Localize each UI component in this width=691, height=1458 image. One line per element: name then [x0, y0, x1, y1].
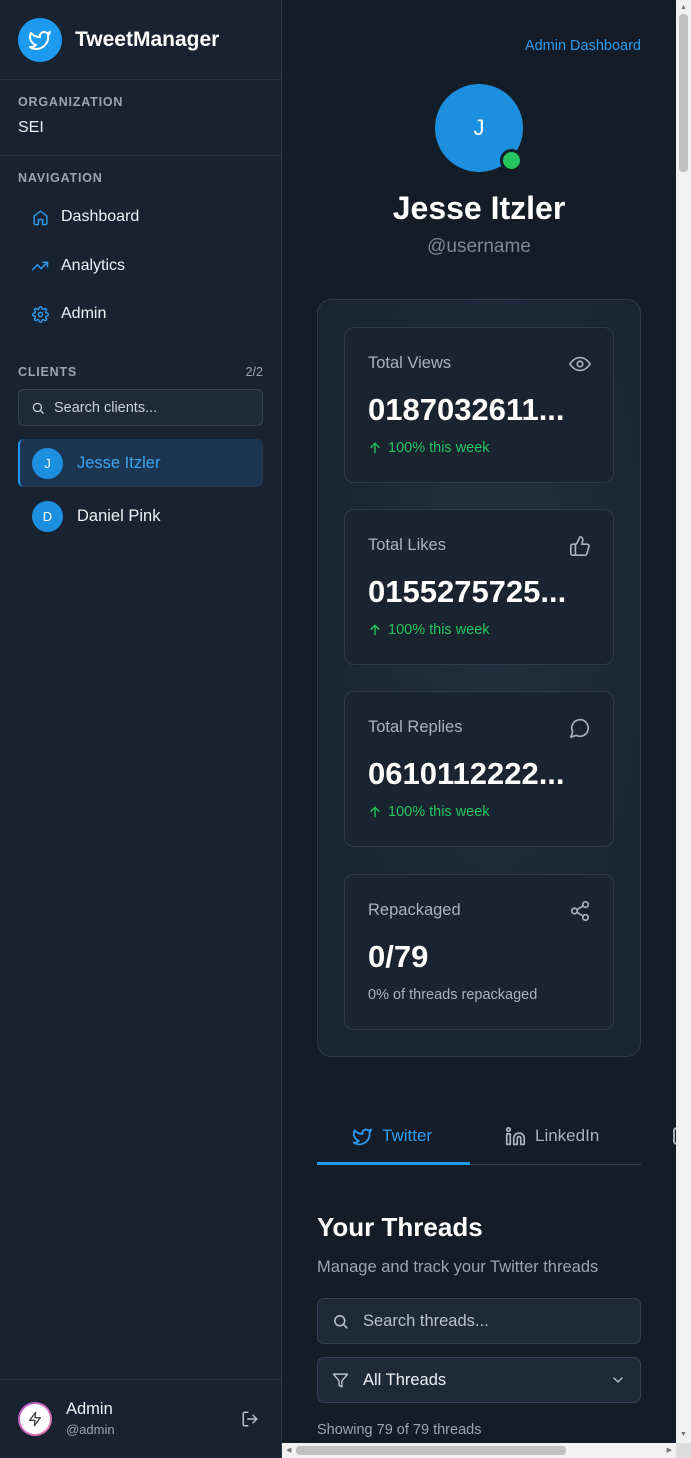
arrow-up-icon [368, 623, 382, 637]
chevron-down-icon [610, 1372, 626, 1388]
divider [0, 79, 281, 80]
stat-note: 0% of threads repackaged [368, 987, 538, 1003]
scroll-down-arrow-icon[interactable]: ▼ [680, 1431, 687, 1438]
twitter-bird-icon [18, 18, 62, 62]
trending-icon [31, 257, 49, 275]
tab-label: LinkedIn [535, 1126, 600, 1145]
filter-icon [332, 1372, 349, 1389]
stat-card-replies: Total Replies 0610112222... 100% this we… [344, 691, 614, 847]
organization-label: ORGANIZATION [18, 95, 124, 109]
stat-trend-text: 100% this week [388, 440, 490, 456]
navigation-label: NAVIGATION [18, 171, 103, 185]
clients-label: CLIENTS [18, 365, 78, 379]
stat-value: 0/79 [368, 939, 429, 974]
gear-icon [31, 305, 49, 323]
thread-filter-select[interactable]: All Threads [317, 1357, 641, 1403]
threads-subtitle: Manage and track your Twitter threads [317, 1258, 599, 1276]
stat-title: Repackaged [368, 901, 461, 919]
sidebar: TweetManager ORGANIZATION SEI NAVIGATION… [0, 0, 282, 1458]
linkedin-icon [505, 1126, 526, 1147]
message-circle-icon [569, 717, 591, 739]
tab-active-indicator [317, 1162, 470, 1165]
admin-name: Admin [66, 1400, 113, 1418]
stat-trend: 100% this week [368, 622, 490, 638]
thread-filter-value: All Threads [363, 1370, 447, 1389]
twitter-bird-icon [352, 1126, 373, 1147]
clients-count: 2/2 [245, 365, 263, 379]
avatar [18, 1401, 52, 1436]
thread-search-input[interactable]: Search threads... [317, 1298, 641, 1344]
stat-value: 0187032611... [368, 392, 565, 427]
client-search-placeholder: Search clients... [54, 399, 158, 416]
tab-twitter[interactable]: Twitter [352, 1107, 432, 1165]
divider [0, 1379, 281, 1380]
stat-title: Total Replies [368, 718, 463, 736]
stat-card-repackaged: Repackaged 0/79 0% of threads repackaged [344, 874, 614, 1030]
bolt-icon [27, 1411, 43, 1427]
platform-tabs: Twitter LinkedIn [317, 1107, 676, 1165]
admin-profile[interactable]: Admin @admin [18, 1400, 115, 1437]
stat-title: Total Likes [368, 536, 446, 554]
stat-trend-text: 100% this week [388, 804, 490, 820]
stat-title: Total Views [368, 354, 452, 372]
horizontal-scrollbar[interactable]: ◀ ▶ [282, 1443, 676, 1458]
nav-item-label: Admin [61, 305, 107, 322]
online-status-indicator [500, 149, 523, 172]
avatar: D [32, 500, 63, 532]
nav-item-analytics[interactable]: Analytics [18, 246, 263, 286]
stat-value: 0155275725... [368, 574, 567, 609]
logout-button[interactable] [241, 1410, 259, 1428]
scrollbar-thumb[interactable] [679, 14, 688, 172]
stat-card-views: Total Views 0187032611... 100% this week [344, 327, 614, 483]
search-icon [31, 401, 45, 415]
client-item-daniel-pink[interactable]: D Daniel Pink [18, 492, 263, 540]
client-search-input[interactable]: Search clients... [18, 389, 263, 426]
thumbs-up-icon [569, 535, 591, 557]
logout-icon [241, 1410, 259, 1428]
main-content: Admin Dashboard J Jesse Itzler @username… [282, 0, 676, 1443]
stat-card-likes: Total Likes 0155275725... 100% this week [344, 509, 614, 665]
avatar: J [32, 447, 63, 479]
brand[interactable]: TweetManager [18, 18, 219, 62]
scroll-left-arrow-icon[interactable]: ◀ [286, 1446, 291, 1454]
arrow-up-icon [368, 805, 382, 819]
client-item-jesse-itzler[interactable]: J Jesse Itzler [18, 439, 263, 487]
tab-label: Twitter [382, 1126, 433, 1145]
scrollbar-corner [676, 1443, 691, 1458]
scroll-up-arrow-icon[interactable]: ▲ [680, 4, 687, 11]
arrow-up-icon [368, 441, 382, 455]
share-icon [569, 900, 591, 922]
client-name: Daniel Pink [77, 506, 161, 525]
stats-panel: Total Views 0187032611... 100% this week… [317, 299, 641, 1057]
nav-item-label: Dashboard [61, 208, 140, 225]
threads-title: Your Threads [317, 1212, 483, 1242]
stat-trend-text: 100% this week [388, 622, 490, 638]
stat-trend: 100% this week [368, 804, 490, 820]
thread-search-placeholder: Search threads... [363, 1311, 489, 1330]
search-icon [332, 1313, 349, 1330]
organization-name: SEI [18, 119, 44, 136]
nav-item-admin[interactable]: Admin [18, 294, 263, 334]
nav-item-dashboard[interactable]: Dashboard [18, 197, 263, 237]
app-name: TweetManager [75, 28, 220, 51]
nav-item-label: Analytics [61, 257, 126, 274]
scrollbar-thumb[interactable] [296, 1446, 566, 1455]
vertical-scrollbar[interactable]: ▲ ▼ [676, 0, 691, 1443]
stat-value: 0610112222... [368, 756, 565, 791]
profile-name: Jesse Itzler [392, 190, 566, 226]
divider [0, 155, 281, 156]
admin-handle: @admin [66, 1422, 115, 1437]
eye-icon [569, 353, 591, 375]
home-icon [31, 208, 49, 226]
admin-dashboard-link[interactable]: Admin Dashboard [525, 38, 641, 54]
stat-trend: 100% this week [368, 440, 490, 456]
client-name: Jesse Itzler [77, 453, 161, 472]
threads-count-text: Showing 79 of 79 threads [317, 1422, 482, 1438]
scroll-right-arrow-icon[interactable]: ▶ [667, 1446, 672, 1454]
profile-handle: @username [427, 236, 531, 257]
tab-linkedin[interactable]: LinkedIn [505, 1107, 599, 1165]
